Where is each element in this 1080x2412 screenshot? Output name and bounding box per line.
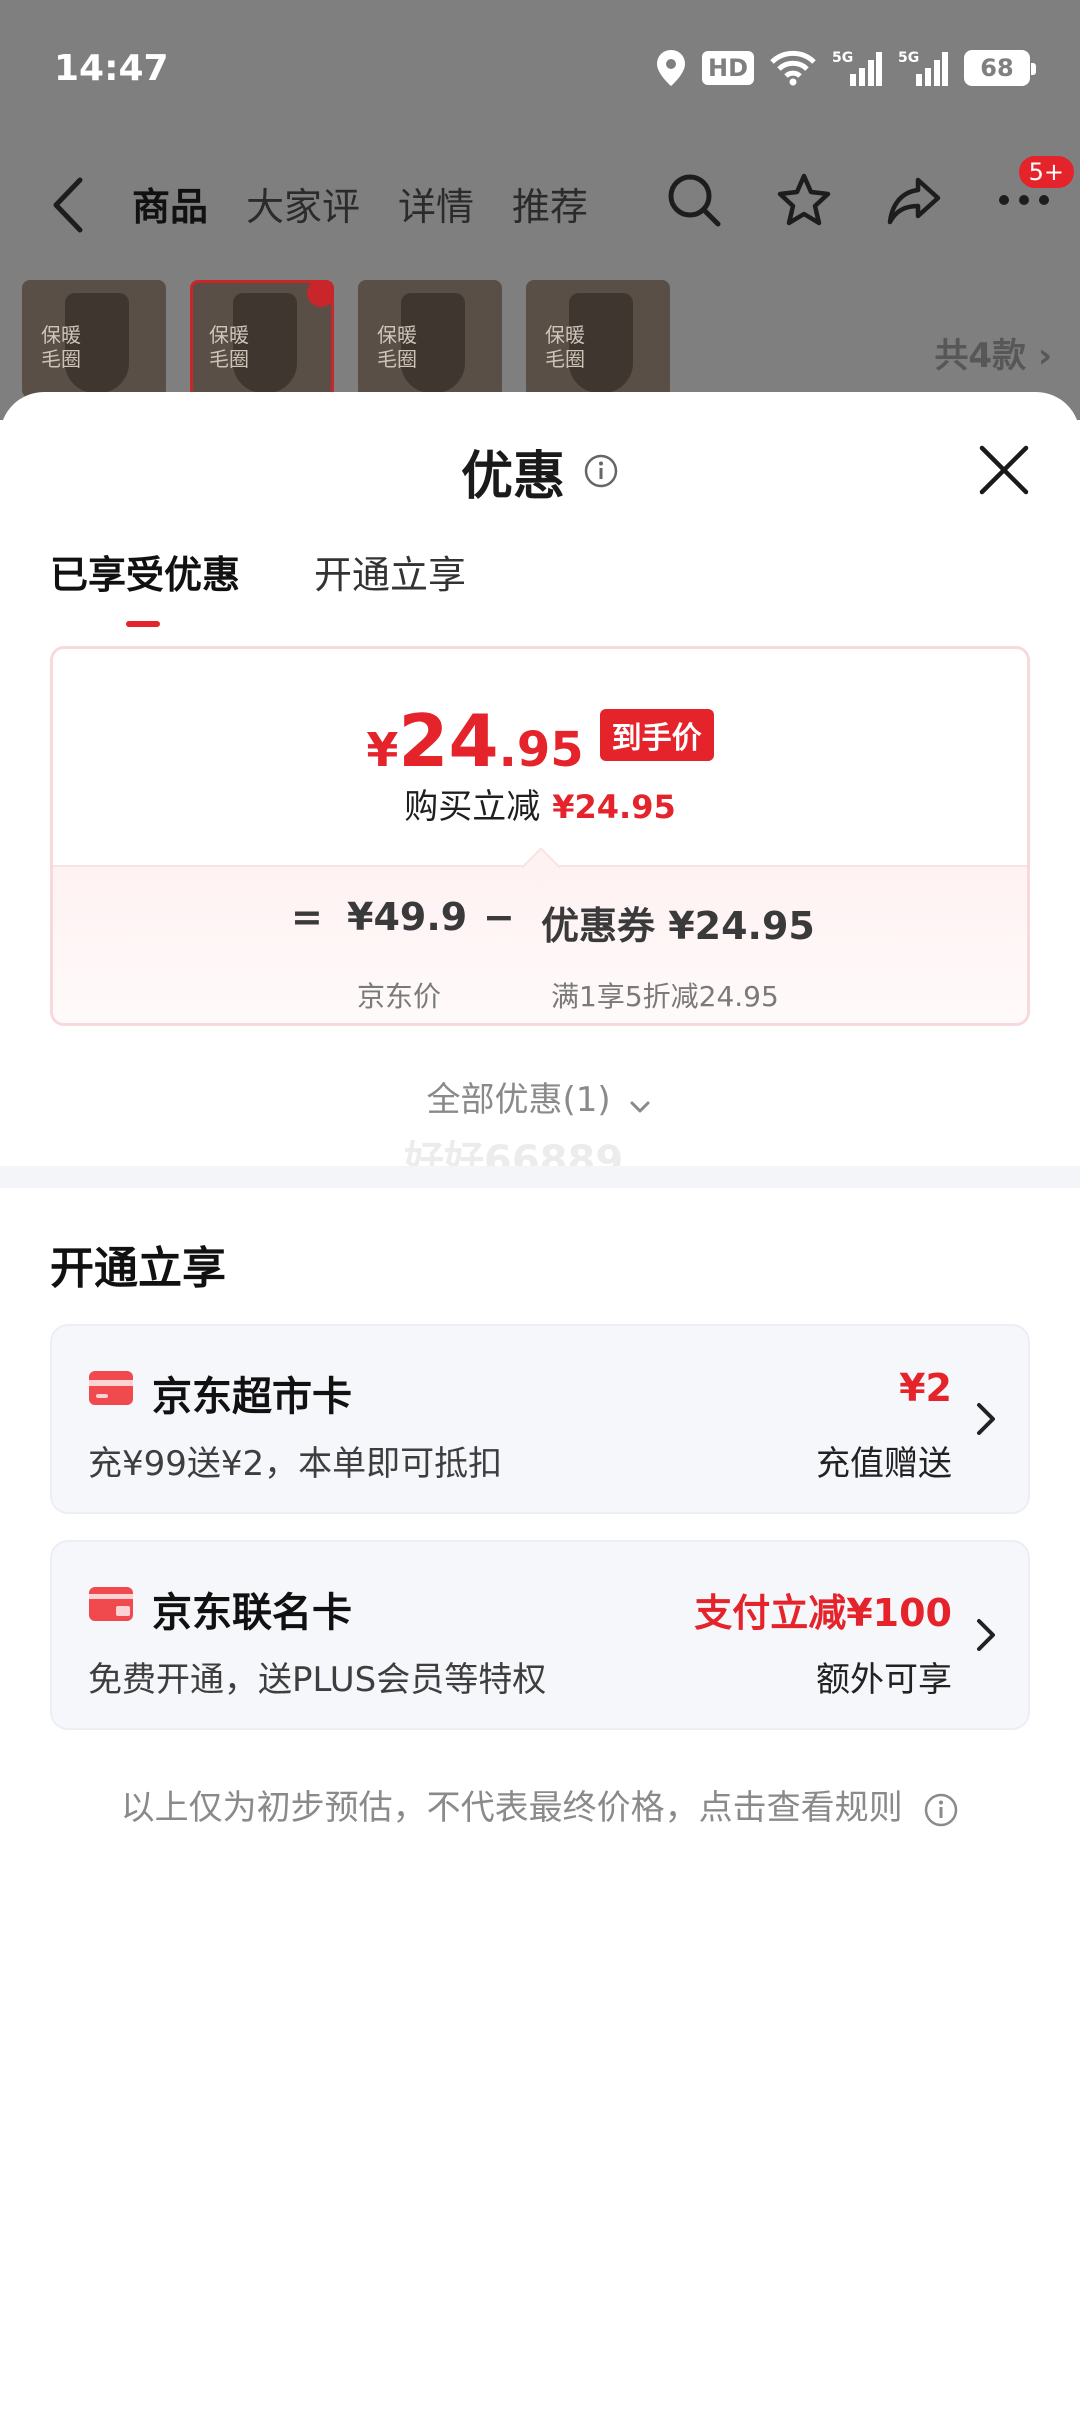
offer-card-name: 京东联名卡 (152, 1590, 352, 1636)
tab-reviews[interactable]: 大家评 (246, 176, 360, 231)
nav-tabs: 商品 大家评 详情 推荐 (132, 176, 588, 231)
variant-thumb-selected[interactable]: 保暖毛圈 (190, 280, 334, 398)
tab-recommend[interactable]: 推荐 (512, 176, 588, 231)
price-breakdown: = ¥49.9 − 优惠券 ¥24.95 京东价 满1享5折减24.95 (53, 865, 1027, 1023)
location-icon (656, 49, 686, 87)
credit-card-icon (88, 1586, 134, 1622)
supermarket-card-offer[interactable]: 京东超市卡 充¥99送¥2，本单即可抵扣 ¥2 充值赠送 (50, 1324, 1030, 1514)
tab-details[interactable]: 详情 (398, 176, 474, 231)
variant-thumb-text: 保暖毛圈 (41, 323, 81, 371)
discount-summary: 购买立减 ¥24.95 (53, 779, 1027, 828)
variant-thumb-text: 保暖毛圈 (209, 323, 249, 371)
minus-sign: − (483, 895, 515, 939)
all-offers-label: 全部优惠(1) (426, 1080, 611, 1120)
rules-note-link[interactable]: 以上仅为初步预估，不代表最终价格，点击查看规则 (0, 1780, 1080, 1829)
sheet-tabs: 已享受优惠 开通立享 (50, 544, 466, 627)
breakdown-row: = ¥49.9 − 优惠券 ¥24.95 (53, 895, 1027, 955)
offer-card-desc: 充¥99送¥2，本单即可抵扣 (88, 1444, 503, 1484)
final-price-tag: 到手价 (599, 709, 714, 761)
signal-5g-icon: 5G (832, 48, 882, 88)
tab-enjoyed-discounts[interactable]: 已享受优惠 (50, 544, 240, 627)
svg-text:5G: 5G (898, 50, 919, 66)
variant-count-link[interactable]: 共4款 › (934, 328, 1052, 377)
nav-bar: 商品 大家评 详情 推荐 5+ (0, 140, 1080, 270)
sheet-header: 优惠 (0, 434, 1080, 509)
offer-card-desc: 免费开通，送PLUS会员等特权 (88, 1660, 547, 1700)
status-icons: HD 5G 5G 68 (656, 44, 1036, 92)
equals-sign: = (291, 895, 323, 939)
share-icon[interactable] (878, 164, 950, 236)
sheet-title: 优惠 (460, 447, 565, 507)
rules-note-text: 以上仅为初步预估，不代表最终价格，点击查看规则 (120, 1788, 903, 1828)
tab-product[interactable]: 商品 (132, 176, 208, 231)
search-icon[interactable] (658, 164, 730, 236)
base-price: ¥49.9 (347, 895, 468, 939)
variant-thumb-text: 保暖毛圈 (377, 323, 417, 371)
tab-open-and-enjoy[interactable]: 开通立享 (314, 544, 466, 599)
offer-card-name: 京东超市卡 (152, 1374, 352, 1420)
offer-card-note: 充值赠送 (816, 1444, 952, 1484)
chevron-down-icon (627, 1089, 653, 1115)
info-icon[interactable] (583, 442, 619, 502)
all-offers-toggle[interactable]: 全部优惠(1) (0, 1072, 1080, 1121)
info-icon (923, 1792, 959, 1828)
battery-icon: 68 (964, 50, 1036, 86)
open-section-title: 开通立享 (50, 1243, 226, 1294)
co-branded-card-offer[interactable]: 京东联名卡 免费开通，送PLUS会员等特权 支付立减¥100 额外可享 (50, 1540, 1030, 1730)
discount-sheet: 优惠 已享受优惠 开通立享 ¥ 24 .95 到手价 购买立减 ¥24.95 = … (0, 392, 1080, 2412)
price-card: ¥ 24 .95 到手价 购买立减 ¥24.95 = ¥49.9 − 优惠券 ¥2… (50, 646, 1030, 1026)
variant-thumb[interactable]: 保暖毛圈 (526, 280, 670, 398)
variant-thumb[interactable]: 保暖毛圈 (22, 280, 166, 398)
discount-label: 购买立减 (404, 787, 541, 827)
signal-5g-icon-2: 5G (898, 48, 948, 88)
status-bar: 14:47 HD 5G 5G 68 (0, 0, 1080, 140)
card-icon (88, 1370, 134, 1406)
coupon-label: 满1享5折减24.95 (551, 980, 779, 1013)
price-decimal: .95 (498, 722, 584, 778)
section-divider (0, 1166, 1080, 1188)
more-menu-icon[interactable]: 5+ (988, 154, 1076, 236)
favorite-star-icon[interactable] (768, 164, 840, 236)
back-arrow-icon[interactable] (44, 170, 94, 240)
coupon-amount: 优惠券 ¥24.95 (541, 904, 815, 948)
variant-thumb[interactable]: 保暖毛圈 (358, 280, 502, 398)
variant-thumb-text: 保暖毛圈 (545, 323, 585, 371)
hd-badge: HD (701, 51, 754, 85)
price-integer: 24 (398, 699, 499, 783)
svg-text:5G: 5G (832, 50, 853, 66)
nav-actions: 5+ (658, 154, 1076, 236)
status-time: 14:47 (54, 48, 169, 89)
offer-card-note: 额外可享 (816, 1660, 952, 1700)
background-page: 14:47 HD 5G 5G 68 商品 大家评 详情 推荐 5+ 保暖毛圈 保… (0, 0, 1080, 420)
chevron-right-icon (974, 1400, 998, 1438)
discount-amount: ¥24.95 (552, 788, 676, 826)
message-badge: 5+ (1016, 154, 1076, 190)
wifi-icon (770, 50, 816, 86)
variant-count-label: 共4款 (934, 336, 1027, 376)
price-currency: ¥ (366, 723, 399, 777)
base-price-label: 京东价 (357, 980, 442, 1013)
offer-card-amount: 支付立减¥100 (694, 1591, 952, 1635)
close-icon[interactable] (976, 442, 1032, 498)
final-price: ¥ 24 .95 到手价 (53, 699, 1027, 783)
chevron-right-icon (974, 1616, 998, 1654)
variant-thumbnails: 保暖毛圈 保暖毛圈 保暖毛圈 保暖毛圈 (22, 280, 670, 398)
offer-card-amount: ¥2 (899, 1366, 952, 1410)
selected-dot (307, 283, 331, 307)
